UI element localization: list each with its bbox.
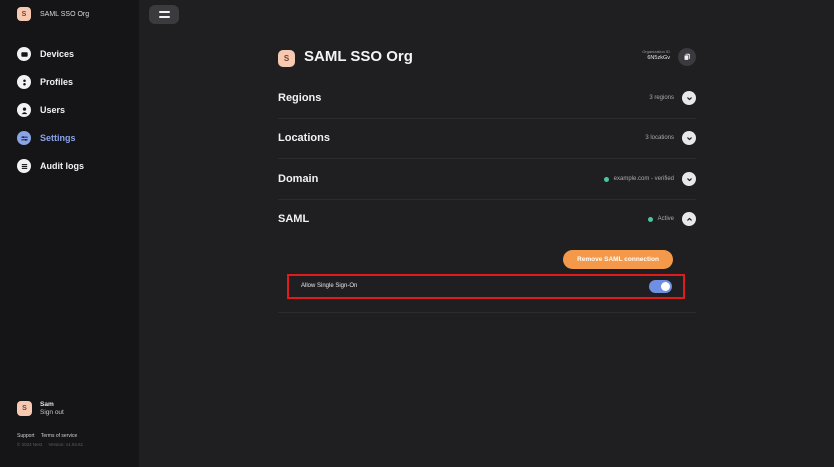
menu-toggle-button[interactable] xyxy=(149,5,179,24)
sidebar-item-settings[interactable]: Settings xyxy=(17,131,84,145)
section-title: Locations xyxy=(278,132,330,144)
section-title: Regions xyxy=(278,92,322,104)
chevron-up-icon xyxy=(686,217,692,221)
org-name: SAML SSO Org xyxy=(40,10,90,18)
sidebar-item-devices[interactable]: Devices xyxy=(17,47,84,61)
terms-link[interactable]: Terms of service xyxy=(41,433,77,439)
section-title: SAML xyxy=(278,213,310,225)
device-icon xyxy=(17,47,31,61)
section-title: Domain xyxy=(278,173,319,185)
collapse-saml-button[interactable] xyxy=(682,212,696,226)
section-status: example.com - verified xyxy=(603,176,674,182)
sign-out-link[interactable]: Sign out xyxy=(40,409,64,416)
org-header: S SAML SSO Org Organization ID 6N5zkGv xyxy=(278,48,696,68)
copy-org-id-button[interactable] xyxy=(678,48,696,66)
sidebar-item-label: Settings xyxy=(40,133,76,143)
copyright-text: © 2024 Nest xyxy=(17,442,43,447)
org-id-label: Organization ID xyxy=(642,49,670,54)
expand-regions-button[interactable] xyxy=(682,91,696,105)
support-link[interactable]: Support xyxy=(17,433,35,439)
remove-saml-connection-button[interactable]: Remove SAML connection xyxy=(563,250,673,269)
menu-icon xyxy=(158,16,170,18)
org-avatar: S xyxy=(17,7,31,21)
allow-sso-row: Allow Single Sign-On xyxy=(287,274,685,299)
section-regions[interactable]: Regions 3 regions xyxy=(278,79,696,119)
status-dot xyxy=(603,176,609,182)
section-status: 3 regions xyxy=(649,95,674,101)
chevron-down-icon xyxy=(686,96,692,100)
chevron-down-icon xyxy=(686,177,692,181)
org-switcher[interactable]: S SAML SSO Org xyxy=(17,7,89,21)
menu-icon xyxy=(158,11,170,13)
user-icon xyxy=(17,103,31,117)
chevron-down-icon xyxy=(686,136,692,140)
user-menu: S Sam Sign out xyxy=(17,401,64,416)
section-status: Active xyxy=(647,216,674,222)
org-id: Organization ID 6N5zkGv xyxy=(642,49,670,61)
toggle-knob xyxy=(661,282,670,291)
sidebar-nav: Devices Profiles Users Settings Audit lo… xyxy=(17,47,84,187)
sidebar-item-profiles[interactable]: Profiles xyxy=(17,75,84,89)
sidebar-item-audit-logs[interactable]: Audit logs xyxy=(17,159,84,173)
sidebar-item-label: Devices xyxy=(40,49,75,59)
org-id-value: 6N5zkGv xyxy=(647,55,670,61)
copy-icon xyxy=(683,53,690,61)
user-name: Sam xyxy=(40,401,54,408)
sidebar: S SAML SSO Org Devices Profiles Users Se… xyxy=(0,0,139,467)
section-saml: SAML Active Remove SAML connection Allow… xyxy=(278,200,696,313)
sidebar-item-label: Audit logs xyxy=(40,161,84,171)
section-locations[interactable]: Locations 3 locations xyxy=(278,119,696,159)
section-status: 3 locations xyxy=(645,135,674,141)
expand-domain-button[interactable] xyxy=(682,172,696,186)
footer-meta: © 2024 Nest Version: v1.04.61 xyxy=(17,442,88,447)
footer-links: Support Terms of service xyxy=(17,433,82,439)
sidebar-item-label: Users xyxy=(40,105,66,115)
profile-icon xyxy=(17,75,31,89)
sidebar-item-users[interactable]: Users xyxy=(17,103,84,117)
audit-log-icon xyxy=(17,159,31,173)
org-avatar: S xyxy=(278,50,295,67)
settings-icon xyxy=(17,131,31,145)
status-dot xyxy=(647,216,653,222)
allow-sso-toggle[interactable] xyxy=(649,280,672,293)
section-domain[interactable]: Domain example.com - verified xyxy=(278,160,696,200)
allow-sso-label: Allow Single Sign-On xyxy=(301,283,358,289)
expand-locations-button[interactable] xyxy=(682,131,696,145)
version-text: Version: v1.04.61 xyxy=(48,442,84,447)
sidebar-item-label: Profiles xyxy=(40,77,74,87)
page-title: SAML SSO Org xyxy=(304,48,413,65)
avatar: S xyxy=(17,401,32,416)
